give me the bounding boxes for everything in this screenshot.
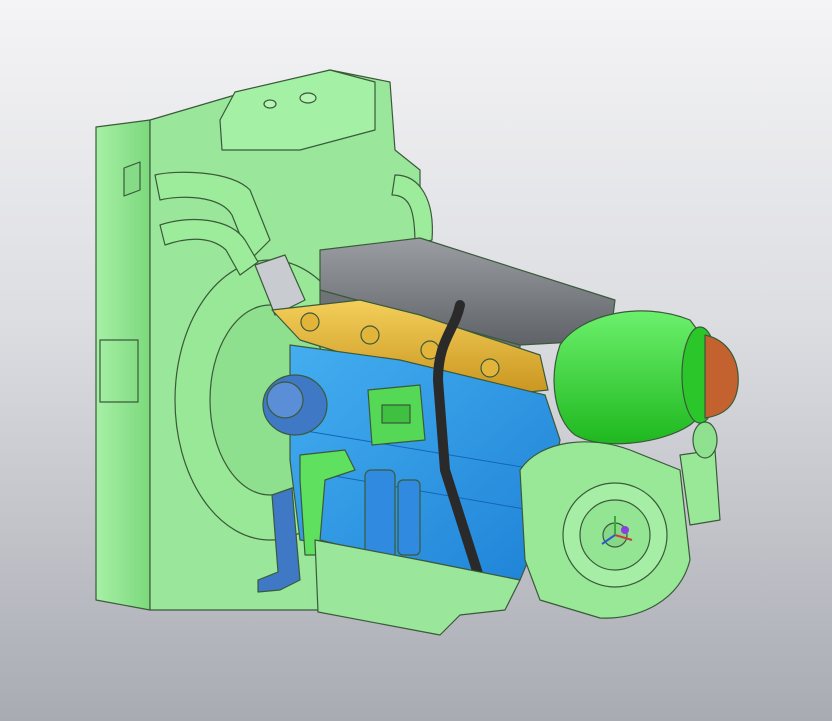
engine-3d-model[interactable] <box>0 0 832 721</box>
axis-z-line <box>601 534 616 545</box>
ecu-module[interactable] <box>367 384 426 446</box>
axis-x-line <box>614 534 633 541</box>
axis-triad <box>601 516 633 545</box>
starter-motor[interactable] <box>262 374 328 436</box>
fuel-filters[interactable] <box>364 469 421 561</box>
alternator[interactable] <box>679 421 721 526</box>
cad-3d-viewport[interactable] <box>0 0 832 721</box>
